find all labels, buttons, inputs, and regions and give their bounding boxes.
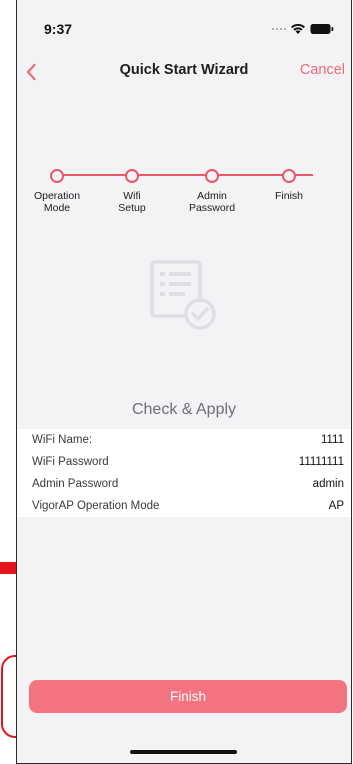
- finish-button[interactable]: Finish: [29, 680, 347, 713]
- status-time: 9:37: [44, 21, 73, 37]
- summary-row-admin-password: Admin Password admin: [17, 473, 351, 495]
- summary-label: WiFi Password: [32, 456, 109, 468]
- summary-row-wifi-password: WiFi Password 11111111: [17, 451, 351, 473]
- wizard-stepper: Operation Mode Wifi Setup Admin Password…: [17, 165, 351, 225]
- status-indicators: [272, 23, 334, 35]
- summary-row-wifi-name: WiFi Name: 1111: [17, 429, 351, 451]
- step-operation-mode: Operation Mode: [17, 169, 97, 214]
- step-dot: [125, 169, 139, 183]
- step-label: Wifi Setup: [118, 190, 146, 214]
- step-label: Operation Mode: [33, 190, 81, 214]
- status-bar: 9:37: [17, 0, 351, 44]
- summary-value: 1111: [320, 434, 344, 446]
- summary-table: WiFi Name: 1111 WiFi Password 11111111 A…: [17, 429, 351, 517]
- step-finish: Finish: [249, 169, 329, 202]
- checklist-check-icon: [148, 258, 228, 343]
- step-label: Admin Password: [188, 190, 236, 214]
- summary-label: WiFi Name:: [32, 434, 93, 446]
- check-apply-title: Check & Apply: [131, 401, 237, 418]
- step-dot: [50, 169, 64, 183]
- wifi-icon: [290, 23, 306, 35]
- home-indicator: [130, 750, 237, 754]
- summary-row-operation-mode: VigorAP Operation Mode AP: [17, 495, 351, 517]
- summary-value: 11111111: [298, 456, 344, 468]
- signal-icon: [272, 28, 286, 30]
- step-admin-password: Admin Password: [172, 169, 252, 214]
- summary-label: VigorAP Operation Mode: [32, 500, 160, 512]
- step-dot: [282, 169, 296, 183]
- step-label: Finish: [274, 190, 303, 202]
- footer: Finish: [17, 680, 351, 725]
- summary-value: admin: [312, 478, 344, 490]
- navigation-bar: Quick Start Wizard Cancel: [17, 52, 351, 92]
- summary-label: Admin Password: [32, 478, 119, 490]
- cancel-button[interactable]: Cancel: [300, 62, 345, 78]
- summary-value: AP: [328, 500, 344, 512]
- step-dot: [205, 169, 219, 183]
- battery-icon: [310, 23, 334, 35]
- phone-screen: 9:37 Quick Start Wizard Cancel Operation…: [16, 0, 352, 764]
- step-wifi-setup: Wifi Setup: [92, 169, 172, 214]
